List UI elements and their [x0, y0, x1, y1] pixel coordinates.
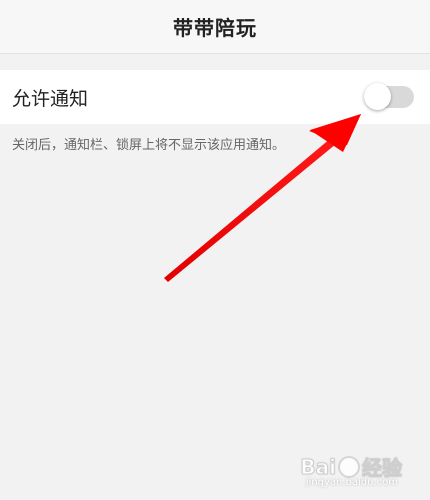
title-bar: 带带陪玩 — [0, 0, 430, 54]
notification-hint-text: 关闭后，通知栏、锁屏上将不显示该应用通知。 — [12, 138, 286, 153]
arrow-shaft — [164, 138, 336, 282]
paw-logo-icon — [338, 455, 360, 478]
allow-notifications-label: 允许通知 — [12, 87, 89, 110]
watermark-brand-left: Bai — [300, 454, 337, 479]
toggle-knob — [364, 83, 391, 110]
notification-settings-page: 带带陪玩 允许通知 关闭后，通知栏、锁屏上将不显示该应用通知。 Bai 经验 j… — [0, 0, 430, 500]
allow-notifications-row[interactable]: 允许通知 — [0, 70, 430, 124]
allow-notifications-toggle[interactable] — [364, 83, 414, 110]
page-title: 带带陪玩 — [173, 16, 257, 40]
watermark-url: jingyan.baidu.com — [305, 477, 398, 488]
